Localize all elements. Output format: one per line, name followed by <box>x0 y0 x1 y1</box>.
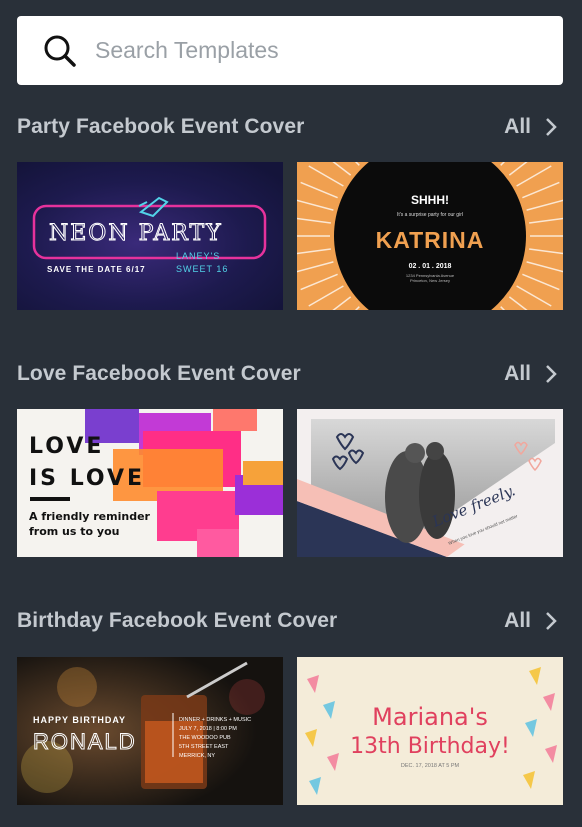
neon-name: LANEY'S <box>176 251 220 261</box>
katrina-sub: It's a surprise party for our girl <box>397 212 463 218</box>
love-sub-1: A friendly reminder <box>29 510 151 523</box>
ronald-d3: THE WOODOO PUB <box>179 735 231 741</box>
see-all-label: All <box>504 609 531 632</box>
section-title: Party Facebook Event Cover <box>17 115 305 138</box>
section-header-party: Party Facebook Event Cover All <box>17 112 563 142</box>
love-sub-2: from us to you <box>29 525 119 538</box>
love-title-1: LOVE <box>29 434 104 459</box>
see-all-link[interactable]: All <box>504 115 563 139</box>
section-header-birthday: Birthday Facebook Event Cover All <box>17 606 563 636</box>
ronald-d4: 5TH STREET EAST <box>179 744 229 750</box>
mariana-line2: 13th Birthday! <box>350 734 510 759</box>
katrina-name: KATRINA <box>376 227 485 253</box>
ronald-d5: MERRICK, NY <box>179 753 215 759</box>
ronald-d2: JULY 7, 2018 | 8:00 PM <box>179 726 237 732</box>
ronald-name: RONALD <box>33 729 137 754</box>
template-neon-party[interactable]: NEON PARTY SAVE THE DATE 6/17 LANEY'S SW… <box>17 162 283 310</box>
katrina-date: 02 . 01 . 2018 <box>409 263 452 270</box>
katrina-shhh: SHHH! <box>411 193 449 207</box>
neon-date: SAVE THE DATE 6/17 <box>47 265 146 274</box>
see-all-label: All <box>504 362 531 385</box>
see-all-label: All <box>504 115 531 138</box>
see-all-link[interactable]: All <box>504 362 563 386</box>
katrina-addr2: Princeton, New Jersey <box>410 278 450 283</box>
section-header-love: Love Facebook Event Cover All <box>17 359 563 389</box>
mariana-line1: Mariana's <box>372 703 488 731</box>
template-love-is-love[interactable]: LOVE IS LOVE A friendly reminder from us… <box>17 409 283 557</box>
template-mariana[interactable]: Mariana's 13th Birthday! DEC. 17, 2018 A… <box>297 657 563 805</box>
section-title: Birthday Facebook Event Cover <box>17 609 338 632</box>
see-all-link[interactable]: All <box>504 609 563 633</box>
ronald-top: HAPPY BIRTHDAY <box>33 715 126 725</box>
chevron-right-icon <box>545 610 563 632</box>
section-title: Love Facebook Event Cover <box>17 362 301 385</box>
ronald-d1: DINNER + DRINKS + MUSIC <box>179 717 251 723</box>
template-love-freely[interactable]: Love freely. When you love you should no… <box>297 409 563 557</box>
search-input[interactable] <box>95 37 515 64</box>
chevron-right-icon <box>545 363 563 385</box>
neon-title: NEON PARTY <box>49 221 223 246</box>
neon-sub: SWEET 16 <box>176 264 228 274</box>
chevron-right-icon <box>545 116 563 138</box>
search-bar[interactable] <box>17 16 563 85</box>
search-icon <box>39 30 81 72</box>
mariana-date: DEC. 17, 2018 AT 5 PM <box>401 763 460 769</box>
love-title-2: IS LOVE <box>29 466 145 491</box>
template-ronald[interactable]: HAPPY BIRTHDAY RONALD DINNER + DRINKS + … <box>17 657 283 805</box>
template-katrina[interactable]: SHHH! It's a surprise party for our girl… <box>297 162 563 310</box>
